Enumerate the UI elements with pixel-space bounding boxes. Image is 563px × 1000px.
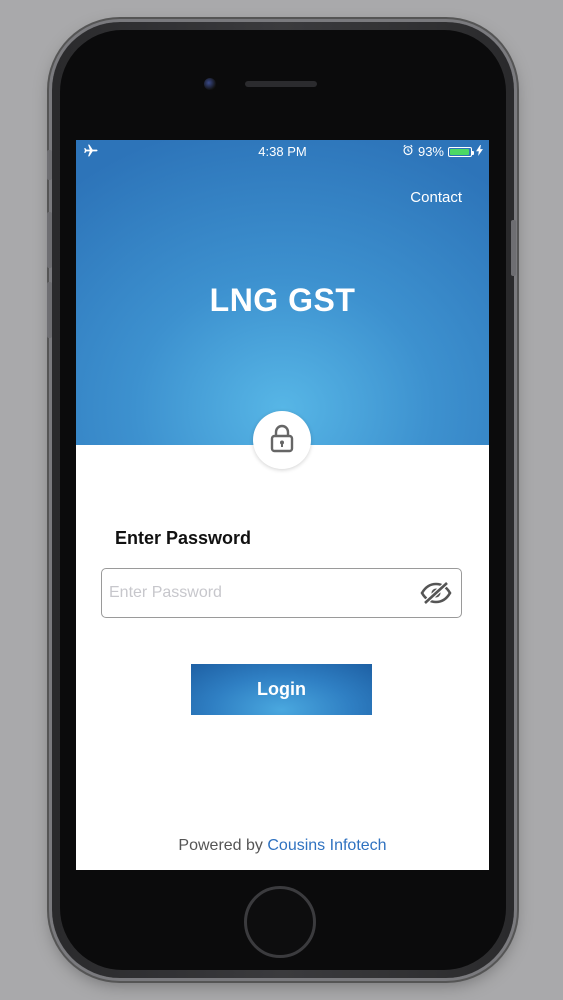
charging-icon	[476, 144, 483, 159]
power-button	[511, 220, 516, 276]
status-bar: 4:38 PM 93%	[76, 140, 489, 164]
mute-switch	[47, 150, 52, 180]
powered-by-text: Powered by	[178, 837, 263, 854]
footer: Powered by Cousins Infotech	[76, 837, 489, 855]
battery-percent: 93%	[417, 144, 444, 159]
battery-icon	[448, 146, 474, 157]
header-banner: 4:38 PM 93% Contact LNG GST	[76, 140, 489, 445]
password-input[interactable]	[107, 569, 411, 617]
home-button[interactable]	[244, 886, 316, 958]
password-label: Enter Password	[115, 528, 252, 548]
status-right-group: 93%	[402, 144, 483, 159]
battery-fill	[450, 148, 469, 155]
contact-link[interactable]: Contact	[410, 189, 462, 206]
lock-badge	[253, 411, 311, 469]
earpiece-speaker	[245, 81, 317, 87]
eye-slash-icon[interactable]	[420, 579, 452, 607]
app-title: LNG GST	[209, 282, 356, 318]
password-field-container	[101, 568, 462, 618]
volume-up-button	[47, 212, 52, 268]
app-screen: 4:38 PM 93% Contact LNG GST Enter Passwo…	[76, 140, 489, 870]
lock-icon	[269, 423, 295, 458]
login-button[interactable]: Login	[191, 664, 372, 715]
company-link[interactable]: Cousins Infotech	[267, 837, 386, 854]
alarm-icon	[402, 144, 414, 159]
volume-down-button	[47, 282, 52, 338]
front-camera	[204, 78, 216, 90]
